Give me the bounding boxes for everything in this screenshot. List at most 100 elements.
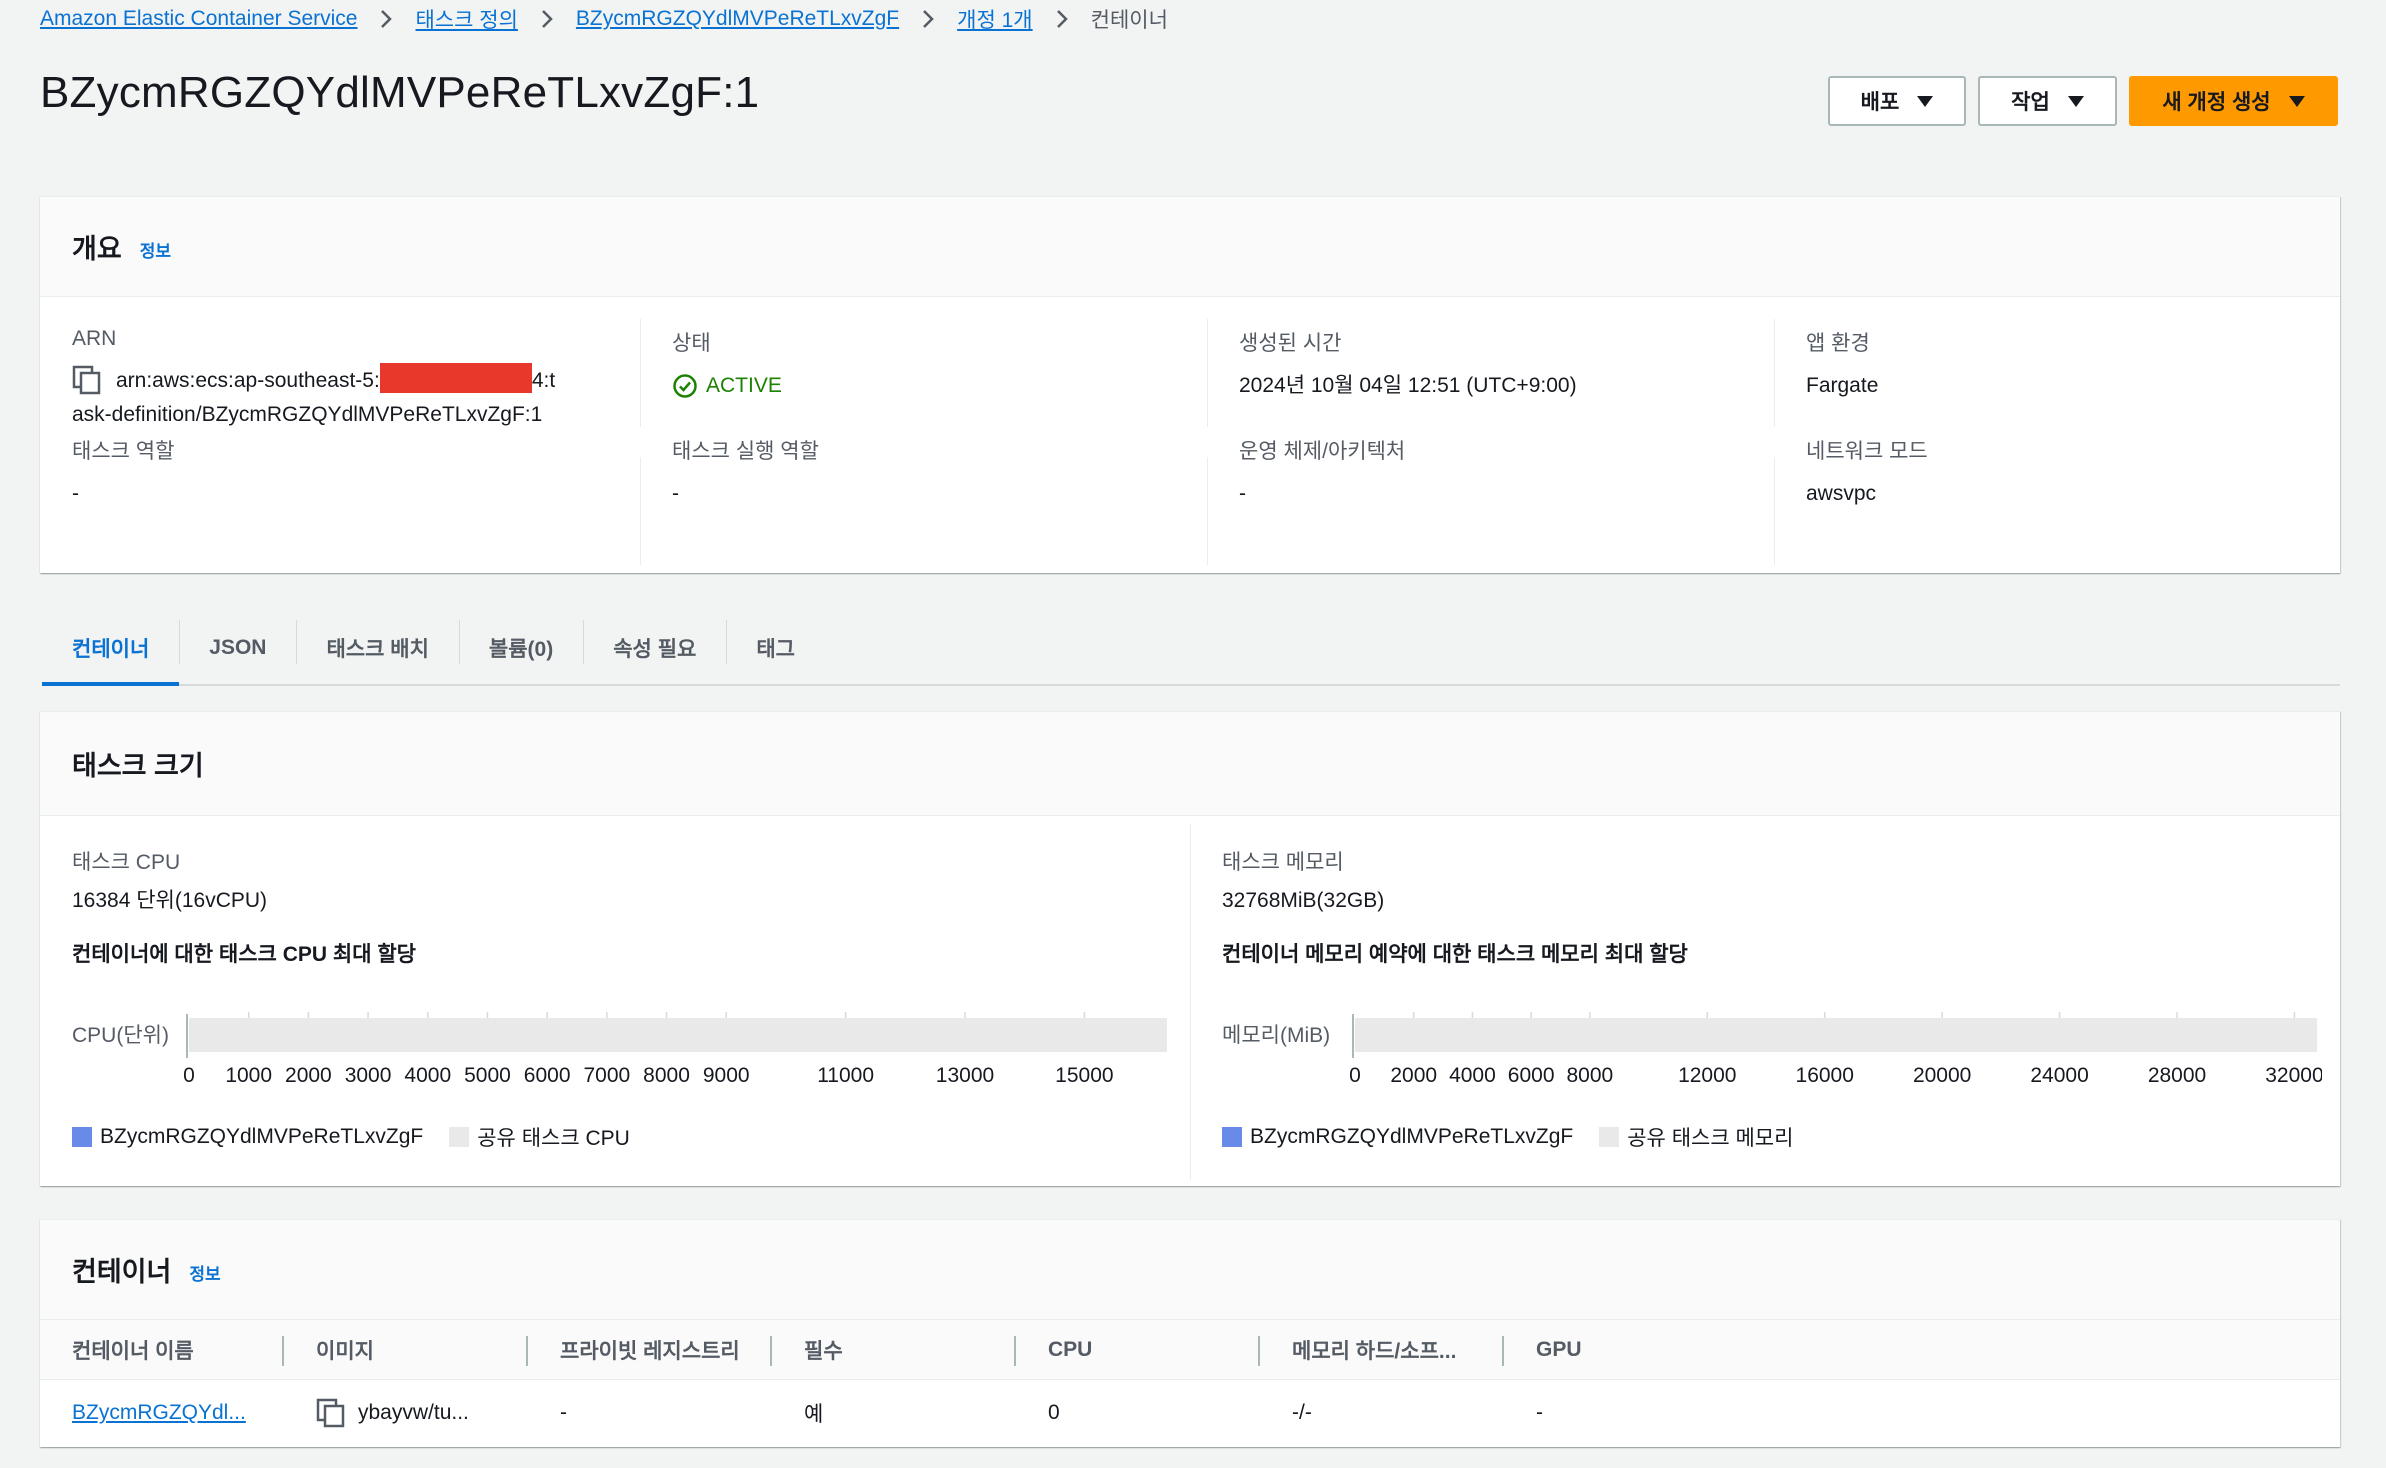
- app-env-field: 앱 환경 Fargate: [1774, 297, 2340, 435]
- network-mode-field: 네트워크 모드 awsvpc: [1774, 435, 2340, 573]
- chart-tick-label: 3000: [345, 1064, 392, 1087]
- containers-header: 컨테이너 정보: [40, 1220, 2340, 1320]
- tab-requires-attributes[interactable]: 속성 필요: [583, 612, 726, 684]
- arn-line2: ask-definition/BZycmRGZQYdlMVPeReTLxvZgF…: [72, 403, 543, 426]
- arn-suffix: 4:t: [531, 369, 556, 392]
- containers-title: 컨테이너: [72, 1257, 172, 1287]
- status-label: 상태: [672, 332, 711, 355]
- tab-task-placement[interactable]: 태스크 배치: [296, 612, 458, 684]
- created-field: 생성된 시간 2024년 10월 04일 12:51 (UTC+9:00): [1207, 297, 1774, 435]
- detail-tabs: 컨테이너 JSON 태스크 배치 볼륨(0) 속성 필요 태그: [42, 612, 2340, 686]
- breadcrumb-revision[interactable]: 개정 1개: [957, 4, 1032, 34]
- task-size-title: 태스크 크기: [72, 751, 204, 781]
- column-header-label: GPU: [1536, 1337, 1582, 1361]
- os-field: 운영 체제/아키텍처 -: [1207, 435, 1774, 573]
- created-value: 2024년 10월 04일 12:51 (UTC+9:00): [1239, 374, 1577, 397]
- status-text: ACTIVE: [706, 374, 782, 397]
- task-cpu-value: 16384 단위(16vCPU): [72, 889, 268, 912]
- chart-tick-label: 6000: [524, 1064, 571, 1087]
- chart-tick-label: 15000: [1055, 1064, 1113, 1087]
- tab-tags[interactable]: 태그: [726, 612, 825, 684]
- chart-tick-label: 0: [1349, 1064, 1361, 1087]
- create-revision-button[interactable]: 새 개정 생성: [2129, 76, 2338, 126]
- exec-role-value: -: [672, 482, 679, 505]
- task-cpu-subtitle: 컨테이너에 대한 태스크 CPU 최대 할당: [72, 943, 416, 966]
- task-role-label: 태스크 역할: [72, 440, 175, 463]
- containers-info-link[interactable]: 정보: [189, 1260, 220, 1285]
- actions-button[interactable]: 작업: [1978, 76, 2117, 126]
- task-memory-section: 태스크 메모리 32768MiB(32GB) 컨테이너 메모리 예약에 대한 태…: [1190, 816, 2340, 1186]
- column-header[interactable]: 필수: [772, 1320, 1016, 1380]
- copy-icon[interactable]: [316, 1398, 346, 1428]
- column-header-label: 프라이빗 레지스트리: [560, 1339, 740, 1363]
- tab-containers[interactable]: 컨테이너: [42, 612, 180, 686]
- task-memory-value: 32768MiB(32GB): [1222, 889, 1385, 912]
- chart-tick-label: 0: [183, 1064, 195, 1087]
- task-memory-label: 태스크 메모리: [1222, 851, 1344, 874]
- memory-allocation-chart: 메모리(MiB) 0 2000 4000 6000 8000 12000 16000 20000…: [1222, 1012, 2322, 1087]
- overview-title: 개요: [72, 234, 122, 264]
- memory-chart-legend: BZycmRGZQYdlMVPeReTLxvZgF 공유 태스크 메모리: [1222, 1122, 1819, 1152]
- legend-label: 공유 태스크 메모리: [1627, 1127, 1794, 1150]
- chart-tick-label: 2000: [1390, 1064, 1437, 1087]
- column-header-label: CPU: [1048, 1337, 1093, 1361]
- breadcrumb-task-definitions[interactable]: 태스크 정의: [415, 4, 517, 34]
- chart-tick-label: 32000: [2265, 1064, 2322, 1087]
- chart-tick-label: 16000: [1796, 1064, 1854, 1087]
- task-role-value: -: [72, 482, 79, 505]
- legend-swatch: [1599, 1127, 1620, 1147]
- legend-label: 공유 태스크 CPU: [477, 1127, 630, 1150]
- column-header[interactable]: 메모리 하드/소프...: [1260, 1320, 1504, 1380]
- chart-tick-label: 5000: [464, 1064, 511, 1087]
- column-header[interactable]: 이미지: [284, 1320, 528, 1380]
- deploy-button[interactable]: 배포: [1828, 76, 1966, 126]
- app-env-value: Fargate: [1806, 374, 1879, 397]
- column-header[interactable]: GPU: [1504, 1320, 1804, 1380]
- task-role-field: 태스크 역할 -: [40, 435, 640, 573]
- chart-axis-label: CPU(단위): [72, 1024, 169, 1047]
- container-gpu: -: [1536, 1401, 1543, 1424]
- overview-header: 개요 정보: [40, 197, 2340, 297]
- overview-info-link[interactable]: 정보: [140, 237, 171, 262]
- tab-volumes[interactable]: 볼륨(0): [458, 612, 583, 684]
- chevron-right-icon: [357, 9, 415, 29]
- column-header-label: 이미지: [316, 1339, 374, 1363]
- task-cpu-label: 태스크 CPU: [72, 851, 181, 874]
- column-header[interactable]: 컨테이너 이름: [40, 1320, 284, 1380]
- tab-json[interactable]: JSON: [179, 612, 296, 684]
- deploy-label: 배포: [1860, 91, 1900, 114]
- arn-value: arn:aws:ecs:ap-southeast-5: 4:t ask-defin…: [72, 363, 640, 432]
- chart-axis-label: 메모리(MiB): [1222, 1024, 1330, 1047]
- legend-item: BZycmRGZQYdlMVPeReTLxvZgF: [72, 1125, 423, 1149]
- chart-bar: [189, 1018, 1167, 1052]
- status-field: 상태 ACTIVE: [640, 297, 1207, 435]
- legend-swatch: [449, 1127, 470, 1147]
- caret-down-icon: [1917, 95, 1934, 107]
- created-label: 생성된 시간: [1239, 332, 1342, 355]
- breadcrumb: Amazon Elastic Container Service 태스크 정의 …: [40, 6, 1168, 32]
- container-name-link[interactable]: BZycmRGZQYdl...: [72, 1401, 246, 1425]
- chart-tick-label: 2000: [285, 1064, 332, 1087]
- check-circle-icon: [673, 374, 697, 398]
- legend-swatch: [72, 1127, 92, 1147]
- chart-tick-label: 4000: [404, 1064, 451, 1087]
- column-header[interactable]: CPU: [1016, 1320, 1260, 1380]
- chart-tick-label: 8000: [643, 1064, 690, 1087]
- container-registry: -: [560, 1401, 567, 1424]
- chart-tick-label: 7000: [583, 1064, 630, 1087]
- containers-table-header: 컨테이너 이름 이미지 프라이빗 레지스트리 필수 CPU 메모리 하드/소프.…: [40, 1320, 2340, 1380]
- chart-tick-label: 4000: [1449, 1064, 1496, 1087]
- cpu-chart-legend: BZycmRGZQYdlMVPeReTLxvZgF 공유 태스크 CPU: [72, 1122, 656, 1152]
- task-cpu-section: 태스크 CPU 16384 단위(16vCPU) 컨테이너에 대한 태스크 CP…: [40, 816, 1190, 1186]
- breadcrumb-ecs[interactable]: Amazon Elastic Container Service: [40, 7, 357, 31]
- network-mode-label: 네트워크 모드: [1806, 440, 1928, 463]
- arn-prefix: arn:aws:ecs:ap-southeast-5:: [116, 369, 380, 392]
- column-header[interactable]: 프라이빗 레지스트리: [528, 1320, 772, 1380]
- breadcrumb-task-family[interactable]: BZycmRGZQYdlMVPeReTLxvZgF: [576, 7, 899, 31]
- exec-role-field: 태스크 실행 역할 -: [640, 435, 1207, 573]
- os-value: -: [1239, 482, 1246, 505]
- copy-icon[interactable]: [72, 365, 102, 395]
- redaction-block: [379, 363, 532, 393]
- task-memory-subtitle: 컨테이너 메모리 예약에 대한 태스크 메모리 최대 할당: [1222, 943, 1688, 966]
- chart-tick-label: 28000: [2148, 1064, 2206, 1087]
